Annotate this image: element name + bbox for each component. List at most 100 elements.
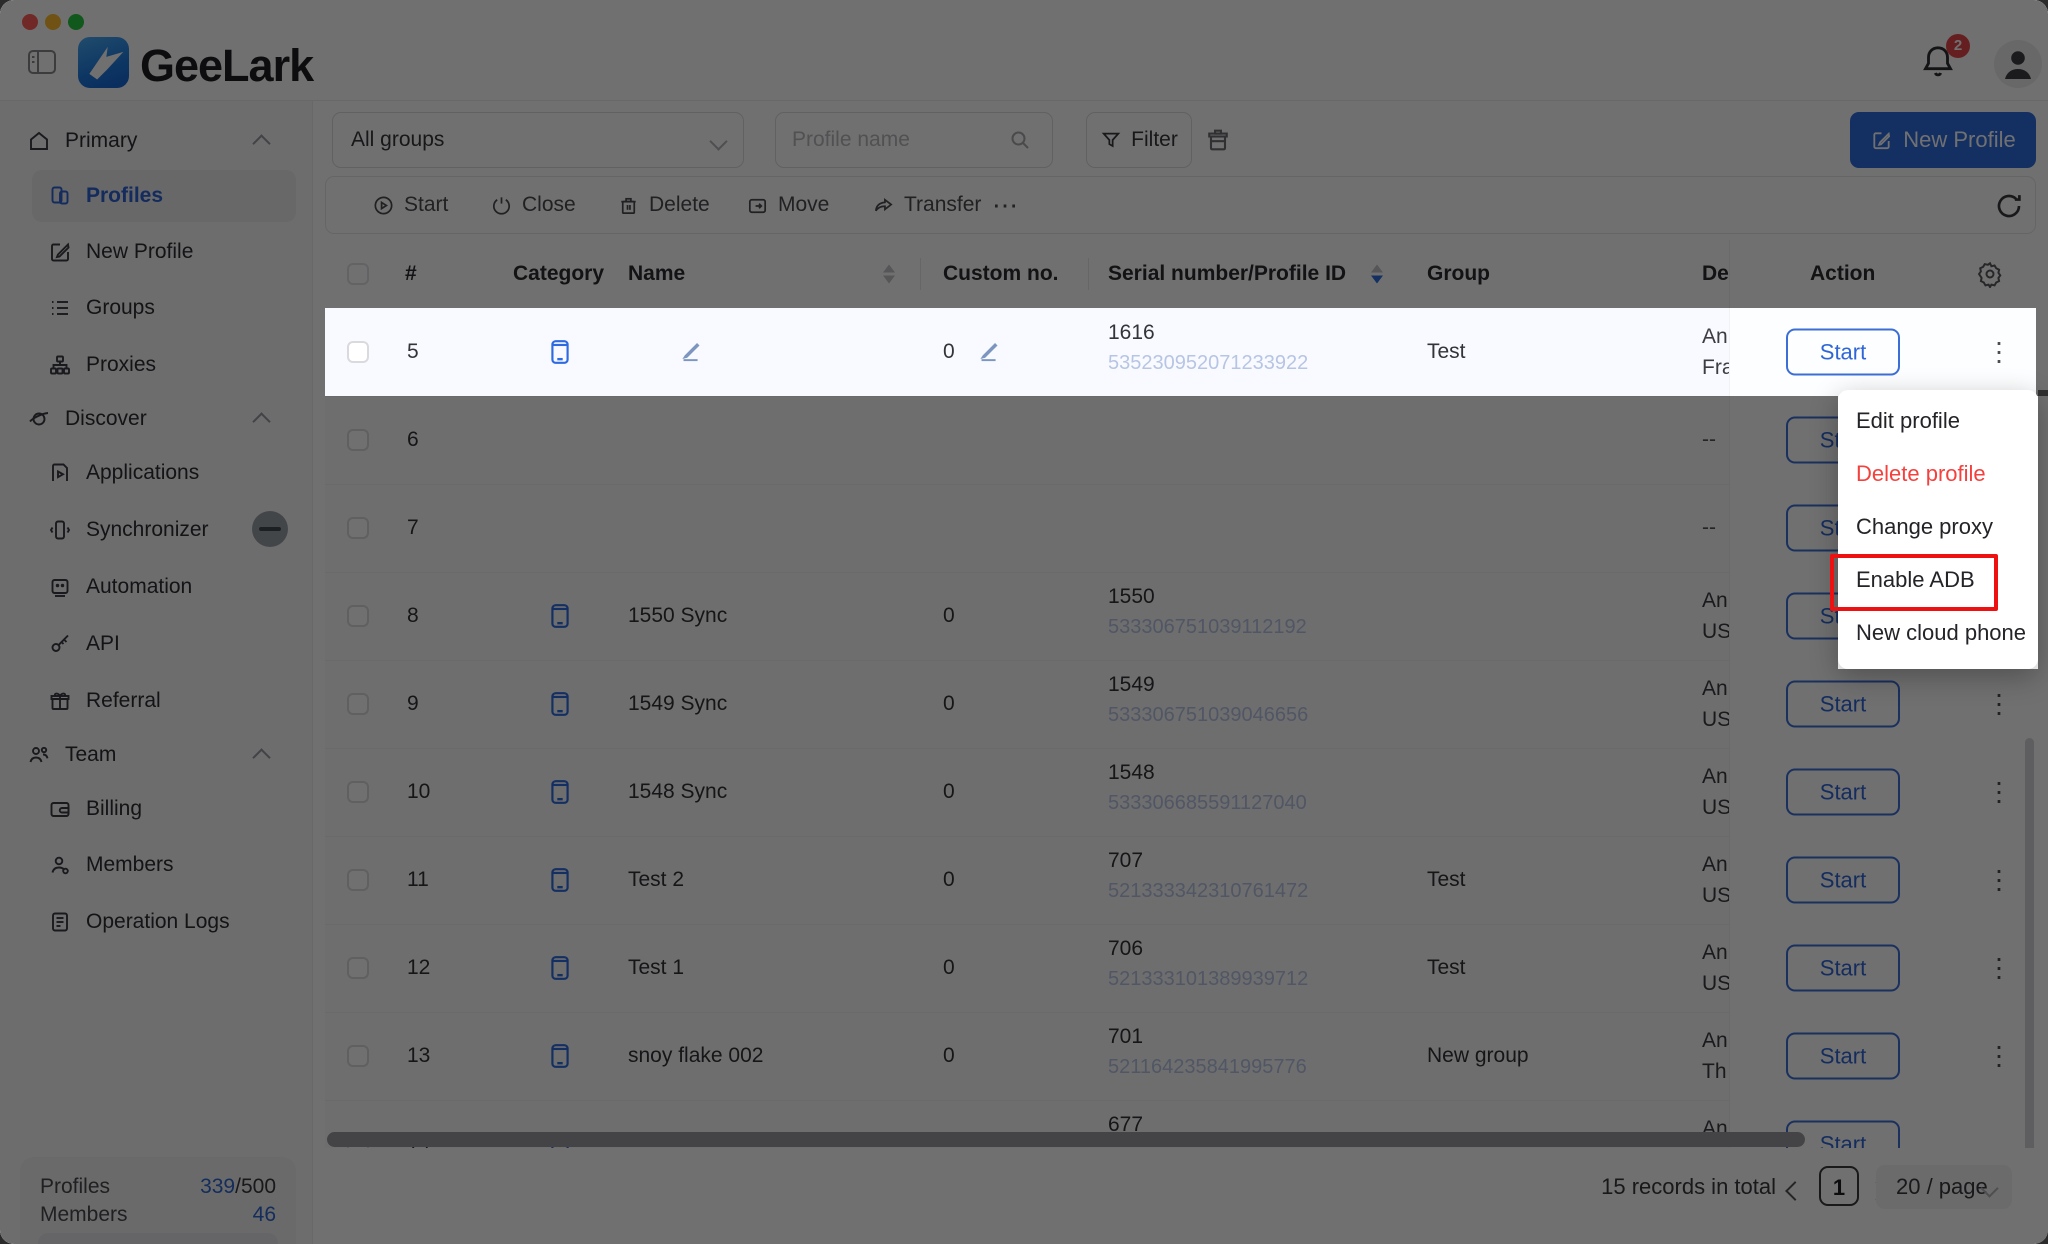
row-context-menu: Edit profile Delete profile Change proxy…	[1838, 390, 2038, 669]
row-checkbox[interactable]	[347, 605, 369, 627]
planet-icon	[27, 407, 51, 431]
row-number: 10	[407, 780, 430, 804]
row-more-button[interactable]: ⋮	[1980, 864, 2018, 897]
transfer-action-button[interactable]: Transfer	[866, 177, 987, 233]
refresh-icon	[1993, 190, 2025, 222]
zoom-window-button[interactable]	[68, 14, 84, 30]
name-sort-control[interactable]	[883, 265, 895, 284]
notifications-button[interactable]: 2	[1918, 42, 1962, 86]
close-action-button[interactable]: Close	[484, 177, 582, 233]
edit-name-icon[interactable]	[677, 339, 703, 365]
serial-cell: 707521333342310761472	[1108, 849, 1308, 903]
refresh-button[interactable]	[1987, 189, 2019, 221]
search-icon[interactable]	[1008, 128, 1032, 152]
sidebar-item-applications[interactable]: Applications	[0, 447, 312, 499]
sidebar-item-proxies[interactable]: Proxies	[0, 339, 312, 391]
current-page[interactable]: 1	[1819, 1166, 1859, 1206]
minimize-window-button[interactable]	[45, 14, 61, 30]
row-more-button[interactable]: ⋮	[1980, 776, 2018, 809]
phone-icon	[547, 334, 573, 370]
sidebar-section-discover[interactable]: Discover	[0, 393, 312, 445]
select-all-checkbox[interactable]	[347, 263, 369, 285]
api-icon	[48, 632, 72, 656]
row-more-button[interactable]: ⋮	[1980, 336, 2018, 369]
prev-page-button[interactable]	[1785, 1181, 1805, 1201]
renew-button[interactable]: Renew	[38, 1233, 278, 1244]
start-button[interactable]: Start	[1786, 329, 1900, 376]
custom-no-value: 0	[943, 340, 955, 364]
user-avatar[interactable]	[1994, 40, 2042, 88]
row-more-button[interactable]: ⋮	[1980, 1040, 2018, 1073]
bulk-action-bar: Start Close Delete Move Transfer ⋯	[325, 176, 2036, 234]
chevron-up-icon[interactable]	[252, 412, 270, 430]
start-button[interactable]: Start	[1786, 769, 1900, 816]
edit-custom-no-icon[interactable]	[975, 339, 1001, 365]
start-button[interactable]: Start	[1786, 857, 1900, 904]
menu-item-new-cloud-phone[interactable]: New cloud phone	[1838, 606, 2038, 659]
phone-icon	[547, 598, 573, 634]
sidebar-item-operation-logs[interactable]: Operation Logs	[0, 896, 312, 948]
phone-icon	[547, 950, 573, 986]
sidebar-item-groups[interactable]: Groups	[0, 282, 312, 334]
person-icon	[1994, 40, 2042, 88]
sidebar-item-synchronizer[interactable]: Synchronizer	[0, 504, 312, 556]
table-row: 12 Test 1 0 706521333101389939712 Test A…	[325, 924, 2036, 1013]
sidebar-item-members[interactable]: Members	[0, 839, 312, 891]
delete-action-button[interactable]: Delete	[611, 177, 716, 233]
sidebar-section-primary[interactable]: Primary	[0, 115, 312, 167]
start-button[interactable]: Start	[1786, 681, 1900, 728]
referral-icon	[48, 689, 72, 713]
sidebar-item-new-profile[interactable]: New Profile	[0, 226, 312, 278]
chevron-up-icon[interactable]	[252, 748, 270, 766]
menu-item-edit-profile[interactable]: Edit profile	[1838, 394, 2038, 447]
serial-sort-control[interactable]	[1371, 265, 1383, 284]
action-cell: Start ⋮	[1729, 924, 2036, 1012]
sidebar-item-api[interactable]: API	[0, 618, 312, 670]
row-checkbox[interactable]	[347, 781, 369, 803]
row-checkbox[interactable]	[347, 341, 369, 363]
app-window: GeeLark 2 Primary Profiles New Profile G…	[0, 0, 2048, 1244]
sidebar-toggle-icon[interactable]	[28, 50, 56, 74]
sidebar-item-profiles[interactable]: Profiles	[0, 170, 312, 222]
sidebar-section-label: Discover	[65, 407, 147, 431]
sidebar-item-label: Automation	[86, 575, 192, 599]
sidebar-item-billing[interactable]: Billing	[0, 783, 312, 835]
filter-button[interactable]: Filter	[1086, 112, 1192, 168]
menu-item-change-proxy[interactable]: Change proxy	[1838, 500, 2038, 553]
vertical-scrollbar[interactable]	[2025, 738, 2034, 1148]
more-actions-button[interactable]: ⋯	[986, 177, 1024, 233]
col-header-custom-no: Custom no.	[943, 262, 1059, 286]
chevron-up-icon[interactable]	[252, 134, 270, 152]
row-checkbox[interactable]	[347, 517, 369, 539]
row-more-button[interactable]: ⋮	[1980, 688, 2018, 721]
column-settings-gear-icon[interactable]	[1976, 260, 2004, 288]
close-window-button[interactable]	[22, 14, 38, 30]
horizontal-scrollbar[interactable]	[327, 1132, 1805, 1147]
menu-item-delete-profile[interactable]: Delete profile	[1838, 447, 2038, 500]
row-checkbox[interactable]	[347, 693, 369, 715]
row-number: 5	[407, 340, 419, 364]
row-checkbox[interactable]	[347, 869, 369, 891]
row-checkbox[interactable]	[347, 957, 369, 979]
row-checkbox[interactable]	[347, 1045, 369, 1067]
sidebar-item-referral[interactable]: Referral	[0, 675, 312, 727]
start-action-button[interactable]: Start	[366, 177, 454, 233]
start-button[interactable]: Start	[1786, 945, 1900, 992]
action-cell: Start ⋮	[1729, 1012, 2036, 1100]
group-value: Test	[1427, 340, 1466, 364]
page-size-select[interactable]: 20 / page	[1876, 1165, 2012, 1209]
sidebar-section-team[interactable]: Team	[0, 729, 312, 781]
operation-logs-icon	[48, 910, 72, 934]
row-number: 6	[407, 428, 419, 452]
new-profile-button[interactable]: New Profile	[1850, 112, 2036, 168]
row-more-button[interactable]: ⋮	[1980, 952, 2018, 985]
start-button[interactable]: Start	[1786, 1033, 1900, 1080]
sidebar-item-automation[interactable]: Automation	[0, 561, 312, 613]
row-checkbox[interactable]	[347, 429, 369, 451]
group-filter-select[interactable]: All groups	[332, 112, 744, 168]
sidebar-item-label: Billing	[86, 797, 142, 821]
move-action-button[interactable]: Move	[740, 177, 835, 233]
clear-filter-trash-icon[interactable]	[1204, 126, 1232, 154]
members-icon	[48, 853, 72, 877]
custom-no-value: 0	[943, 780, 955, 804]
